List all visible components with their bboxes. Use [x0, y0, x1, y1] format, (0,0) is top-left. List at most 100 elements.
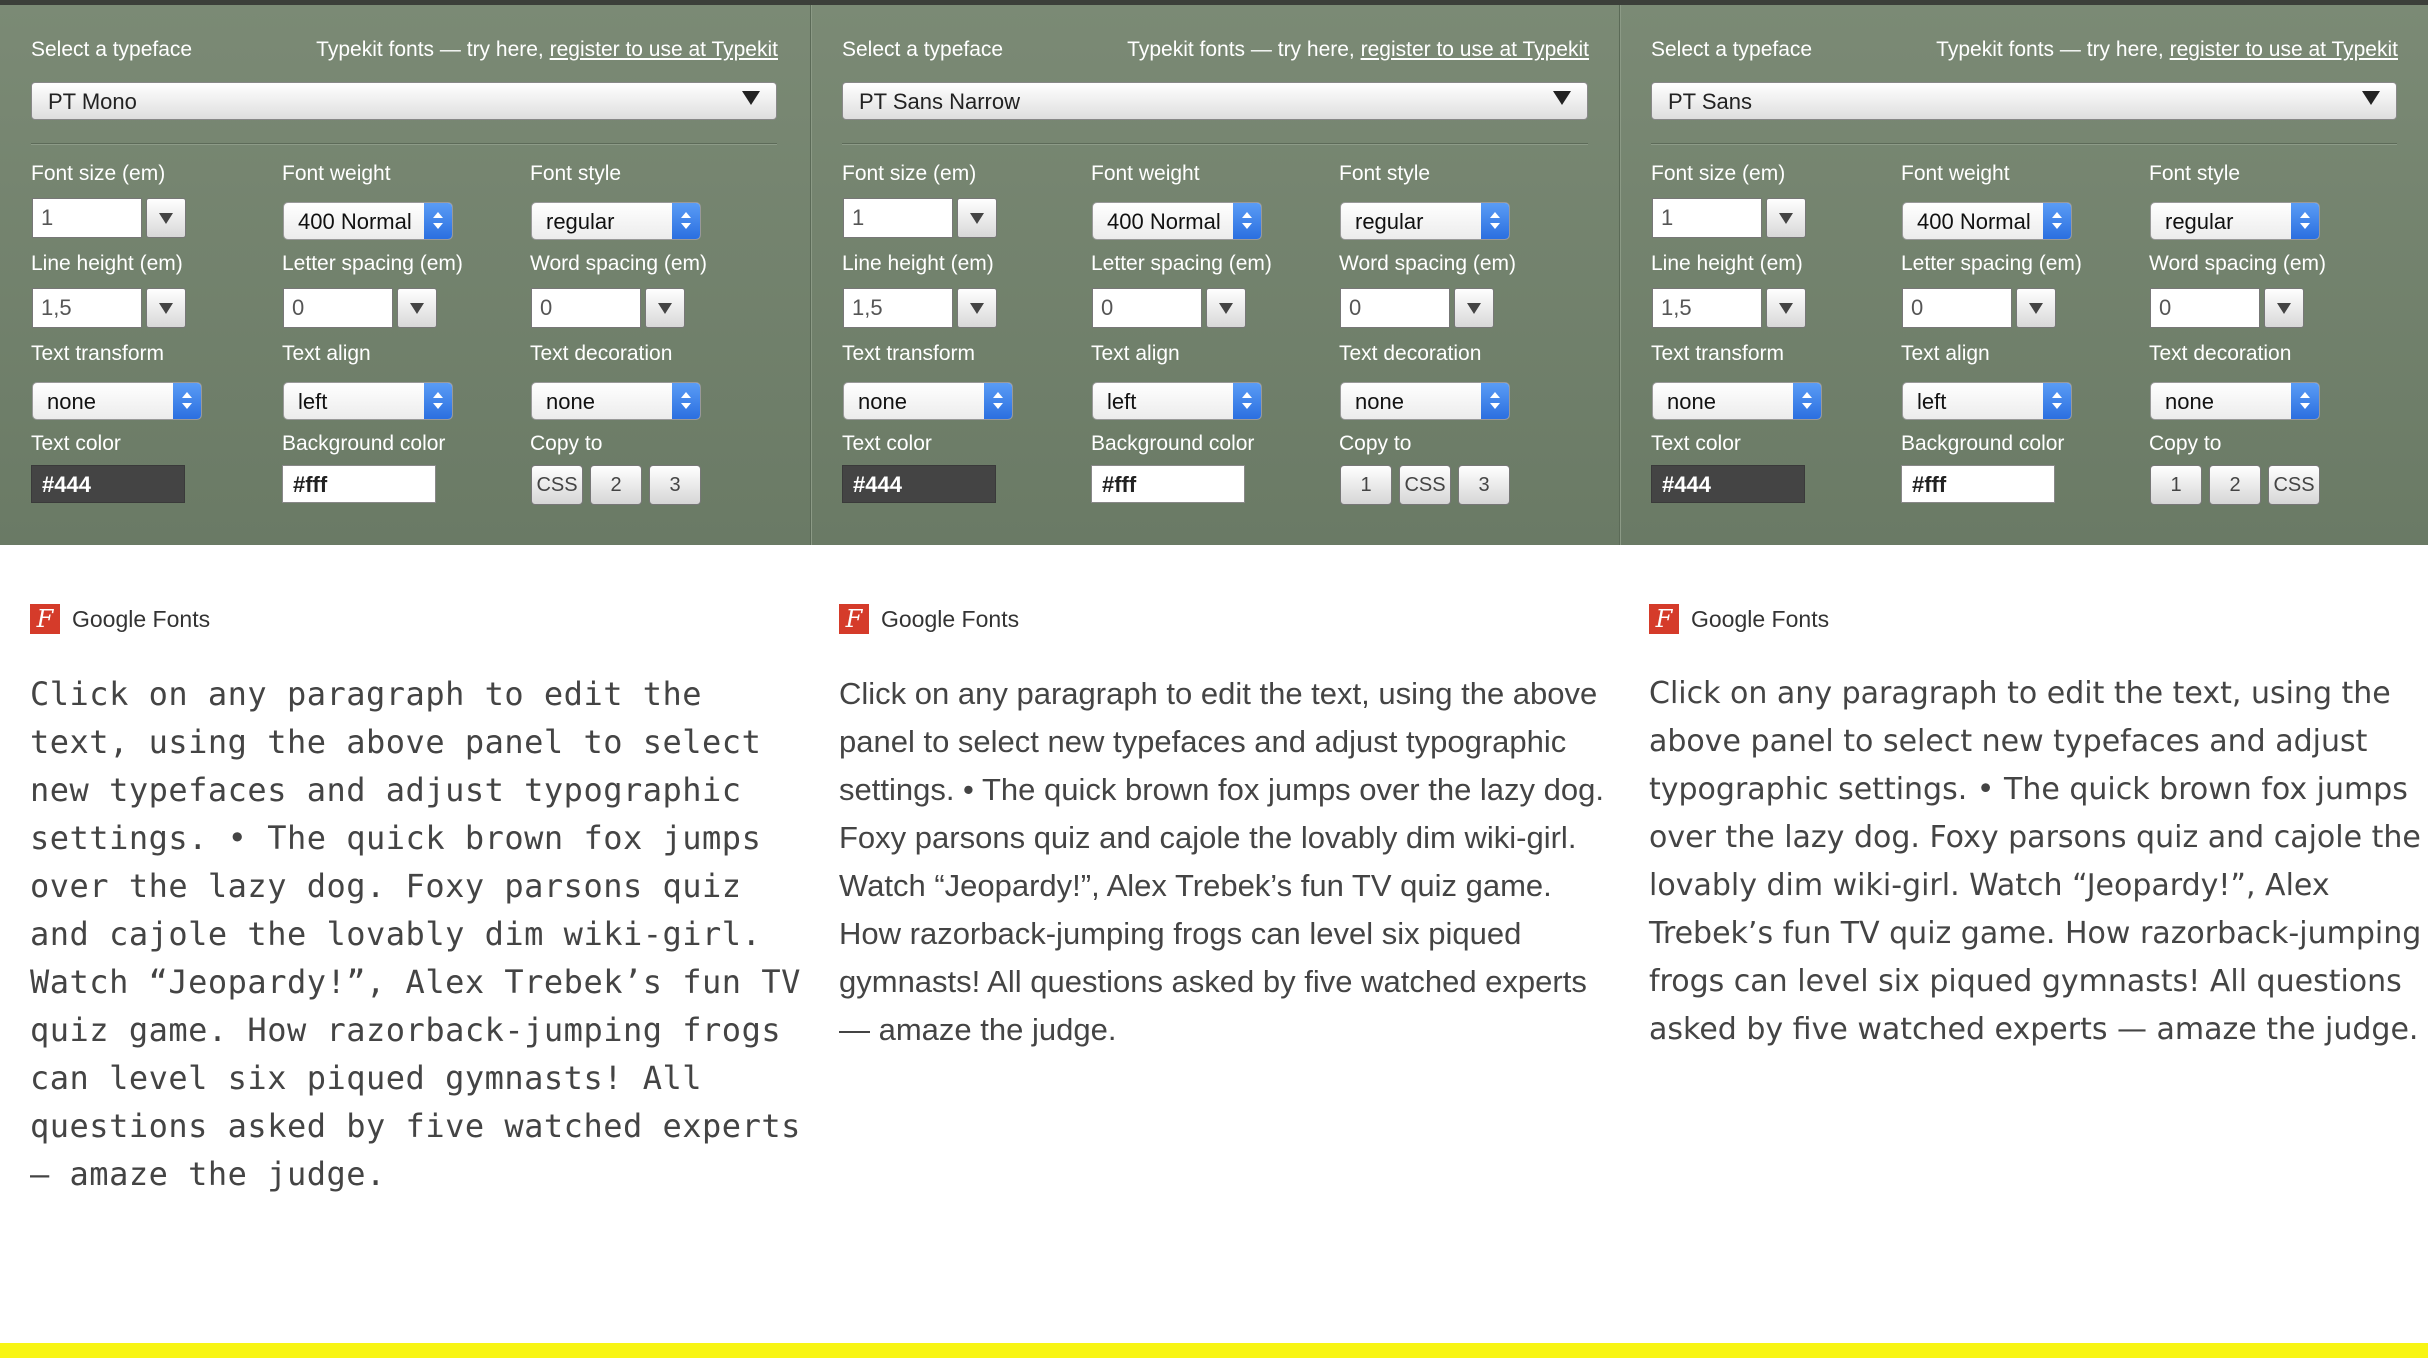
text-transform-select[interactable]: none	[843, 382, 1013, 420]
stepper-icon	[2043, 383, 2071, 419]
word-spacing-input[interactable]: 0	[531, 288, 641, 328]
letter-spacing-dropdown-button[interactable]	[2016, 288, 2056, 328]
typeface-label: Select a typeface	[842, 38, 1004, 61]
font-weight-select[interactable]: 400 Normal	[1902, 202, 2072, 240]
divider	[31, 143, 777, 145]
typeface-select[interactable]: PT Sans Narrow	[842, 82, 1588, 120]
font-style-select[interactable]: regular	[2150, 202, 2320, 240]
stepper-icon	[2291, 383, 2319, 419]
font-style-select[interactable]: regular	[1340, 202, 1510, 240]
text-decoration-label: Text decoration	[530, 342, 673, 365]
font-weight-label: Font weight	[1091, 162, 1200, 185]
line-height-input[interactable]: 1,5	[843, 288, 953, 328]
text-decoration-select[interactable]: none	[531, 382, 701, 420]
text-align-value: left	[1107, 389, 1137, 414]
accent-bar	[0, 1343, 2428, 1358]
text-align-select[interactable]: left	[1902, 382, 2072, 420]
background-color-input[interactable]: #fff	[282, 465, 436, 503]
text-align-label: Text align	[282, 342, 371, 365]
font-size-dropdown-button[interactable]	[146, 198, 186, 238]
chevron-down-icon	[1553, 91, 1571, 105]
text-transform-value: none	[1667, 389, 1716, 414]
triangle-down-icon	[410, 303, 424, 314]
letter-spacing-dropdown-button[interactable]	[1206, 288, 1246, 328]
triangle-down-icon	[1779, 213, 1793, 224]
typeface-value: PT Sans	[1668, 89, 1752, 114]
word-spacing-input[interactable]: 0	[2150, 288, 2260, 328]
preview-paragraph-sans[interactable]: Click on any paragraph to edit the text,…	[1649, 670, 2428, 1054]
line-height-dropdown-button[interactable]	[957, 288, 997, 328]
background-color-input[interactable]: #fff	[1091, 465, 1245, 503]
text-transform-value: none	[47, 389, 96, 414]
letter-spacing-dropdown-button[interactable]	[397, 288, 437, 328]
text-color-input[interactable]: #444	[31, 465, 185, 503]
copy-css-button[interactable]: CSS	[531, 465, 583, 505]
stepper-icon	[2291, 203, 2319, 239]
divider	[842, 143, 1588, 145]
font-style-select[interactable]: regular	[531, 202, 701, 240]
typeface-select[interactable]: PT Sans	[1651, 82, 2397, 120]
font-size-input[interactable]: 1	[1652, 198, 1762, 238]
text-decoration-select[interactable]: none	[2150, 382, 2320, 420]
text-align-value: left	[298, 389, 328, 414]
typeface-select[interactable]: PT Mono	[31, 82, 777, 120]
typekit-link[interactable]: register to use at Typekit	[2170, 38, 2398, 61]
text-transform-select[interactable]: none	[32, 382, 202, 420]
word-spacing-dropdown-button[interactable]	[1454, 288, 1494, 328]
stepper-icon	[1481, 383, 1509, 419]
copy-to-2-button[interactable]: 2	[590, 465, 642, 505]
font-size-label: Font size (em)	[31, 162, 166, 185]
font-style-value: regular	[1355, 209, 1424, 234]
copy-to-1-button[interactable]: 1	[2150, 465, 2202, 505]
line-height-dropdown-button[interactable]	[146, 288, 186, 328]
typekit-link[interactable]: register to use at Typekit	[1361, 38, 1589, 61]
copy-css-button[interactable]: CSS	[2268, 465, 2320, 505]
font-weight-value: 400 Normal	[1917, 209, 2031, 234]
triangle-down-icon	[970, 303, 984, 314]
line-height-label: Line height (em)	[842, 252, 994, 275]
line-height-input[interactable]: 1,5	[1652, 288, 1762, 328]
text-align-label: Text align	[1901, 342, 1990, 365]
font-size-input[interactable]: 1	[32, 198, 142, 238]
copy-to-3-button[interactable]: 3	[649, 465, 701, 505]
preview-paragraph-narrow[interactable]: Click on any paragraph to edit the text,…	[839, 670, 1619, 1054]
font-source-label: Google Fonts	[72, 606, 211, 632]
text-color-input[interactable]: #444	[1651, 465, 1805, 503]
line-height-dropdown-button[interactable]	[1766, 288, 1806, 328]
word-spacing-input[interactable]: 0	[1340, 288, 1450, 328]
font-weight-select[interactable]: 400 Normal	[283, 202, 453, 240]
background-color-input[interactable]: #fff	[1901, 465, 2055, 503]
word-spacing-dropdown-button[interactable]	[2264, 288, 2304, 328]
typeface-value: PT Sans Narrow	[859, 89, 1020, 114]
triangle-down-icon	[970, 213, 984, 224]
copy-to-1-button[interactable]: 1	[1340, 465, 1392, 505]
preview-paragraph-mono[interactable]: Click on any paragraph to edit the text,…	[30, 670, 810, 1198]
font-size-input[interactable]: 1	[843, 198, 953, 238]
letter-spacing-input[interactable]: 0	[1092, 288, 1202, 328]
stepper-icon	[672, 203, 700, 239]
text-transform-label: Text transform	[842, 342, 976, 365]
triangle-down-icon	[1779, 303, 1793, 314]
line-height-input[interactable]: 1,5	[32, 288, 142, 328]
font-size-dropdown-button[interactable]	[957, 198, 997, 238]
text-decoration-select[interactable]: none	[1340, 382, 1510, 420]
typekit-link[interactable]: register to use at Typekit	[550, 38, 778, 61]
word-spacing-dropdown-button[interactable]	[645, 288, 685, 328]
copy-to-2-button[interactable]: 2	[2209, 465, 2261, 505]
font-style-value: regular	[546, 209, 615, 234]
typeface-value: PT Mono	[48, 89, 137, 114]
copy-to-3-button[interactable]: 3	[1458, 465, 1510, 505]
text-transform-select[interactable]: none	[1652, 382, 1822, 420]
typekit-note: Typekit fonts — try here, register to us…	[1127, 38, 1589, 62]
letter-spacing-input[interactable]: 0	[1902, 288, 2012, 328]
text-transform-label: Text transform	[31, 342, 165, 365]
text-color-input[interactable]: #444	[842, 465, 996, 503]
stepper-icon	[984, 383, 1012, 419]
font-weight-select[interactable]: 400 Normal	[1092, 202, 1262, 240]
letter-spacing-input[interactable]: 0	[283, 288, 393, 328]
text-decoration-value: none	[546, 389, 595, 414]
text-align-select[interactable]: left	[1092, 382, 1262, 420]
font-size-dropdown-button[interactable]	[1766, 198, 1806, 238]
text-align-select[interactable]: left	[283, 382, 453, 420]
copy-css-button[interactable]: CSS	[1399, 465, 1451, 505]
